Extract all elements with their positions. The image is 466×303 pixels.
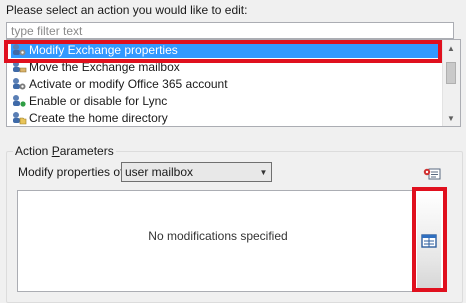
modify-properties-label: Modify properties of: [18, 165, 124, 179]
chevron-down-icon: ▼: [259, 167, 268, 177]
list-item-label: Enable or disable for Lync: [29, 94, 168, 108]
list-item-label: Modify Exchange properties: [29, 43, 178, 57]
side-toolbar: [417, 193, 441, 289]
prompt-label: Please select an action you would like t…: [6, 3, 248, 17]
office365-account-icon: [13, 78, 26, 90]
object-type-select[interactable]: user mailbox ▼: [121, 162, 272, 182]
modifications-list[interactable]: No modifications specified: [17, 190, 446, 292]
edit-properties-icon[interactable]: [420, 232, 438, 250]
list-scrollbar[interactable]: ▲ ▼: [442, 40, 460, 126]
object-type-value: user mailbox: [125, 165, 194, 179]
scroll-thumb[interactable]: [446, 62, 456, 84]
filter-input[interactable]: [7, 23, 441, 38]
action-list[interactable]: Modify Exchange properties Move the Exch…: [6, 39, 461, 127]
list-item-label: Activate or modify Office 365 account: [29, 77, 228, 91]
list-item-label: Move the Exchange mailbox: [29, 60, 180, 74]
list-item-office365[interactable]: Activate or modify Office 365 account: [11, 76, 441, 92]
scroll-down-icon[interactable]: ▼: [445, 112, 457, 124]
mailbox-move-icon: [13, 61, 27, 73]
list-item-modify-exchange[interactable]: Modify Exchange properties: [11, 42, 441, 58]
list-item-home-directory[interactable]: Create the home directory: [11, 110, 441, 126]
list-item-move-mailbox[interactable]: Move the Exchange mailbox: [11, 59, 441, 75]
home-directory-icon: [13, 112, 27, 125]
list-item-lync[interactable]: Enable or disable for Lync: [11, 93, 441, 109]
empty-state-text: No modifications specified: [148, 229, 288, 243]
filter-input-box[interactable]: [6, 22, 454, 39]
lync-user-icon: [13, 95, 26, 107]
scroll-up-icon[interactable]: ▲: [445, 42, 457, 54]
list-item-label: Create the home directory: [29, 111, 168, 125]
add-property-icon[interactable]: [423, 167, 441, 181]
exchange-gear-icon: [13, 44, 26, 56]
group-title: Action Parameters: [13, 144, 116, 158]
